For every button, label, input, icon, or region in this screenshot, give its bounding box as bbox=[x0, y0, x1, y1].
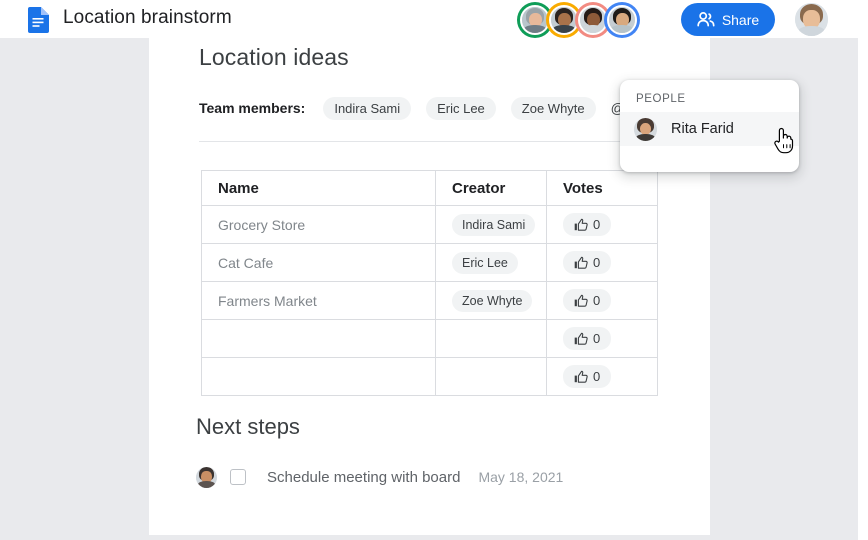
cell-votes[interactable]: 0 bbox=[546, 281, 658, 320]
task-label[interactable]: Schedule meeting with board bbox=[267, 469, 460, 486]
person-avatar bbox=[634, 117, 657, 141]
team-member-chip[interactable]: Eric Lee bbox=[426, 96, 496, 120]
team-member-chip[interactable]: Zoe Whyte bbox=[510, 96, 596, 120]
vote-chip[interactable]: 0 bbox=[563, 289, 612, 312]
cell-name[interactable] bbox=[201, 357, 436, 396]
table-header-row: Name Creator Votes bbox=[201, 170, 658, 206]
task-assignee-avatar[interactable] bbox=[196, 466, 217, 488]
task-item: Schedule meeting with board May 18, 2021 bbox=[196, 465, 563, 489]
vote-count: 0 bbox=[593, 217, 601, 232]
share-button[interactable]: Share bbox=[681, 3, 775, 36]
thumbs-up-icon bbox=[574, 256, 588, 269]
cell-votes[interactable]: 0 bbox=[546, 243, 658, 282]
column-header-name: Name bbox=[201, 170, 436, 206]
vote-count: 0 bbox=[593, 369, 601, 384]
team-members-label: Team members: bbox=[199, 100, 306, 116]
vote-count: 0 bbox=[593, 293, 601, 308]
cell-creator[interactable]: Eric Lee bbox=[435, 243, 547, 282]
cell-creator[interactable] bbox=[435, 357, 547, 396]
popup-section-label: PEOPLE bbox=[636, 93, 686, 105]
team-members-row: Team members: Indira Sami Eric Lee Zoe W… bbox=[199, 96, 650, 120]
collaborator-avatar-4[interactable] bbox=[604, 2, 640, 38]
cell-votes[interactable]: 0 bbox=[546, 205, 658, 244]
table-row[interactable]: Grocery Store Indira Sami 0 bbox=[201, 205, 658, 244]
thumbs-up-icon bbox=[574, 294, 588, 307]
popup-person-item-rita-farid[interactable]: Rita Farid bbox=[620, 112, 799, 146]
cell-name[interactable]: Farmers Market bbox=[201, 281, 436, 320]
vote-count: 0 bbox=[593, 331, 601, 346]
cell-creator[interactable] bbox=[435, 319, 547, 358]
table-row[interactable]: Farmers Market Zoe Whyte 0 bbox=[201, 281, 658, 320]
cell-name[interactable] bbox=[201, 319, 436, 358]
section-divider bbox=[199, 141, 662, 142]
vote-chip[interactable]: 0 bbox=[563, 327, 612, 350]
creator-chip[interactable]: Indira Sami bbox=[452, 213, 536, 236]
creator-chip[interactable]: Eric Lee bbox=[452, 251, 518, 274]
column-header-creator: Creator bbox=[435, 170, 547, 206]
heading-next-steps: Next steps bbox=[196, 414, 300, 439]
cell-votes[interactable]: 0 bbox=[546, 357, 658, 396]
cell-creator[interactable]: Zoe Whyte bbox=[435, 281, 547, 320]
thumbs-up-icon bbox=[574, 218, 588, 231]
mention-suggestion-popup: PEOPLE Rita Farid bbox=[620, 80, 799, 172]
table-row[interactable]: 0 bbox=[201, 319, 658, 358]
share-button-label: Share bbox=[721, 11, 760, 28]
table-row[interactable]: Cat Cafe Eric Lee 0 bbox=[201, 243, 658, 282]
task-checkbox[interactable] bbox=[230, 469, 246, 485]
cell-creator[interactable]: Indira Sami bbox=[435, 205, 547, 244]
column-header-votes: Votes bbox=[546, 170, 658, 206]
vote-chip[interactable]: 0 bbox=[563, 365, 612, 388]
ideas-table: Name Creator Votes Grocery Store Indira … bbox=[201, 170, 658, 396]
cell-votes[interactable]: 0 bbox=[546, 319, 658, 358]
vote-chip[interactable]: 0 bbox=[563, 251, 612, 274]
people-group-icon bbox=[697, 12, 715, 27]
cell-name[interactable]: Cat Cafe bbox=[201, 243, 436, 282]
creator-chip[interactable]: Zoe Whyte bbox=[452, 289, 533, 312]
task-due-date[interactable]: May 18, 2021 bbox=[478, 469, 563, 485]
table-row[interactable]: 0 bbox=[201, 357, 658, 396]
thumbs-up-icon bbox=[574, 332, 588, 345]
team-member-chip[interactable]: Indira Sami bbox=[323, 96, 412, 120]
vote-chip[interactable]: 0 bbox=[563, 213, 612, 236]
vertical-scrollbar[interactable] bbox=[858, 38, 868, 540]
account-avatar[interactable] bbox=[795, 3, 828, 36]
app-root: Location brainstorm Share Location ideas… bbox=[0, 0, 868, 540]
cell-name[interactable]: Grocery Store bbox=[201, 205, 436, 244]
top-bar: Location brainstorm Share bbox=[0, 0, 868, 38]
google-docs-icon bbox=[28, 7, 49, 33]
thumbs-up-icon bbox=[574, 370, 588, 383]
document-title[interactable]: Location brainstorm bbox=[63, 7, 232, 29]
popup-person-name: Rita Farid bbox=[671, 121, 734, 137]
heading-location-ideas: Location ideas bbox=[199, 44, 349, 70]
vote-count: 0 bbox=[593, 255, 601, 270]
collaborator-avatars bbox=[517, 2, 640, 38]
